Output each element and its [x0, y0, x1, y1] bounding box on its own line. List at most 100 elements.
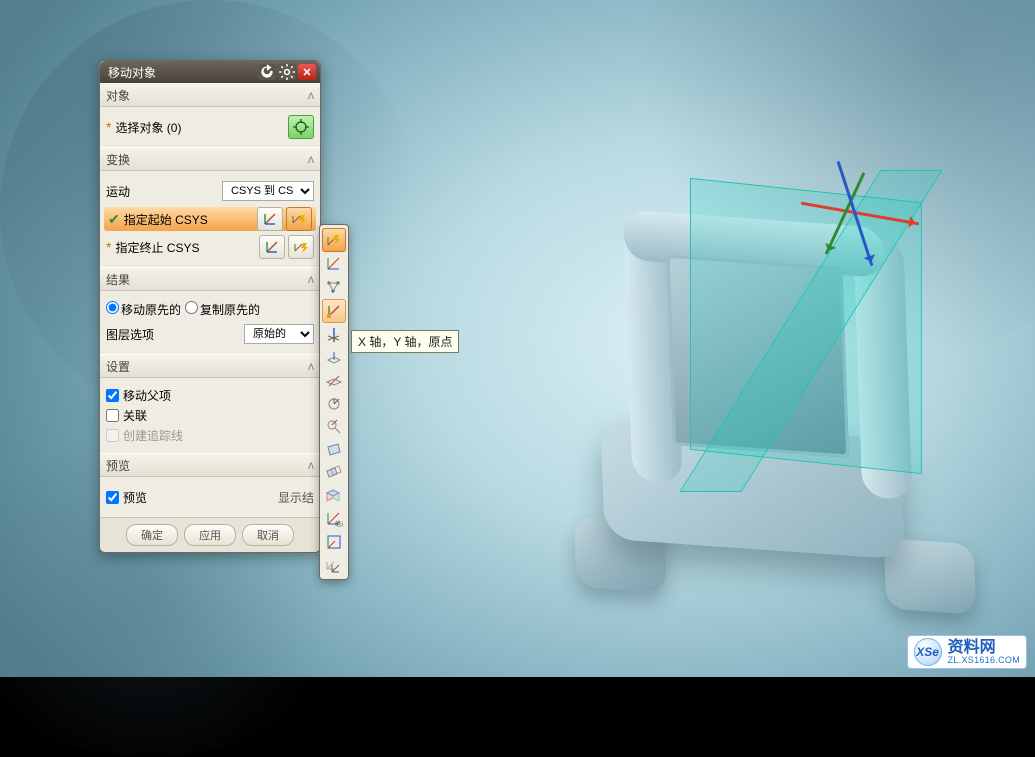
- section-settings-body: 移动父项 关联 创建追踪线: [100, 378, 320, 453]
- check-preview[interactable]: 预览: [106, 489, 278, 506]
- csys-dropdown-button[interactable]: [288, 235, 314, 259]
- csys-option-inferred[interactable]: [322, 228, 346, 252]
- label-text: 移动原先的: [121, 303, 181, 317]
- csys-type-dropdown[interactable]: 绝对: [319, 224, 349, 580]
- section-title: 设置: [106, 358, 130, 375]
- select-object-label: * 选择对象 (0): [106, 119, 285, 136]
- csys-option-z-axis[interactable]: [323, 324, 345, 346]
- csys-option-plane-x[interactable]: [323, 370, 345, 392]
- chevron-up-icon: ʌ: [308, 458, 314, 472]
- titlebar[interactable]: 移动对象 ✕: [100, 61, 320, 83]
- circle-search-icon: [325, 418, 343, 436]
- layer-option-label: 图层选项: [106, 326, 244, 343]
- label-text: 关联: [123, 407, 147, 424]
- label-text: 预览: [123, 489, 147, 506]
- label-text: 指定终止 CSYS: [115, 239, 199, 256]
- select-object-button[interactable]: [288, 115, 314, 139]
- dialog-title: 移动对象: [108, 64, 256, 81]
- checkbox-input: [106, 429, 119, 442]
- checkbox-input[interactable]: [106, 389, 119, 402]
- csys-flash-icon: [325, 231, 343, 249]
- check-associate[interactable]: 关联: [106, 407, 314, 424]
- csys-option-three-planes[interactable]: [323, 485, 345, 507]
- csys-option-x-y-origin[interactable]: [322, 299, 346, 323]
- section-title: 变换: [106, 151, 130, 168]
- section-objects-body: * 选择对象 (0): [100, 107, 320, 147]
- part-foot: [884, 538, 976, 615]
- check-move-parent[interactable]: 移动父项: [106, 387, 314, 404]
- dialog-footer: 确定 应用 取消: [100, 517, 320, 552]
- required-icon: *: [106, 120, 111, 134]
- show-result-label: 显示结: [278, 489, 314, 506]
- csys-option-current-view[interactable]: [323, 531, 345, 553]
- layer-option-select[interactable]: 原始的: [244, 324, 314, 344]
- label-text: 选择对象 (0): [115, 119, 181, 136]
- z-axis-icon: [325, 326, 343, 344]
- radio-copy-original[interactable]: 复制原先的: [185, 301, 260, 318]
- chevron-up-icon: ʌ: [308, 272, 314, 286]
- section-title: 结果: [106, 271, 130, 288]
- define-csys-button[interactable]: [259, 235, 285, 259]
- tooltip: X 轴，Y 轴，原点: [351, 330, 459, 353]
- reset-button[interactable]: [258, 64, 276, 80]
- csys-option-arc-center[interactable]: [323, 393, 345, 415]
- section-settings-header[interactable]: 设置 ʌ: [100, 354, 320, 378]
- close-icon: ✕: [302, 66, 311, 79]
- section-result-body: 移动原先的 复制原先的 图层选项 原始的: [100, 291, 320, 354]
- watermark: XSe 资料网 ZL.XS1616.COM: [907, 635, 1027, 669]
- ok-icon: ✔: [108, 212, 120, 226]
- section-title: 对象: [106, 87, 130, 104]
- move-object-dialog: 移动对象 ✕ 对象 ʌ * 选择对象 (0) 变换 ʌ: [99, 60, 321, 553]
- section-title: 预览: [106, 457, 130, 474]
- csys-option-two-lines[interactable]: [323, 439, 345, 461]
- watermark-badge-icon: XSe: [914, 638, 942, 666]
- check-trace: 创建追踪线: [106, 427, 314, 444]
- close-button[interactable]: ✕: [298, 64, 316, 80]
- plane-icon: [325, 441, 343, 459]
- csys-option-offset-csys[interactable]: [323, 554, 345, 576]
- cancel-button[interactable]: 取消: [242, 524, 294, 546]
- radio-input[interactable]: [185, 301, 198, 314]
- watermark-url: ZL.XS1616.COM: [948, 656, 1020, 665]
- csys-dropdown-button[interactable]: [286, 207, 312, 231]
- absolute-csys-icon: 绝对: [325, 510, 343, 528]
- gear-icon: [278, 63, 296, 81]
- define-csys-button[interactable]: [257, 207, 283, 231]
- motion-select[interactable]: CSYS 到 CSYS: [222, 181, 314, 201]
- checkbox-input[interactable]: [106, 409, 119, 422]
- label-text: 指定起始 CSYS: [124, 211, 208, 228]
- settings-button[interactable]: [278, 64, 296, 80]
- csys-option-origin-xy[interactable]: [323, 253, 345, 275]
- section-objects-header[interactable]: 对象 ʌ: [100, 83, 320, 107]
- apply-button[interactable]: 应用: [184, 524, 236, 546]
- csys-option-absolute[interactable]: 绝对: [323, 508, 345, 530]
- section-preview-body: 预览 显示结: [100, 477, 320, 517]
- csys-option-offset[interactable]: [323, 462, 345, 484]
- motion-label: 运动: [106, 183, 222, 200]
- chevron-up-icon: ʌ: [308, 359, 314, 373]
- checkbox-input[interactable]: [106, 491, 119, 504]
- section-preview-header[interactable]: 预览 ʌ: [100, 453, 320, 477]
- section-result-header[interactable]: 结果 ʌ: [100, 267, 320, 291]
- csys-flash-icon: [293, 239, 309, 255]
- chevron-up-icon: ʌ: [308, 88, 314, 102]
- target-icon: [293, 119, 309, 135]
- section-transform-header[interactable]: 变换 ʌ: [100, 147, 320, 171]
- radio-input[interactable]: [106, 301, 119, 314]
- csys-option-object[interactable]: [323, 416, 345, 438]
- csys-option-three-points[interactable]: [323, 276, 345, 298]
- offset-csys-icon: [325, 556, 343, 574]
- ok-button[interactable]: 确定: [126, 524, 178, 546]
- label-text: 复制原先的: [200, 303, 260, 317]
- label-text: 移动父项: [123, 387, 171, 404]
- csys-icon: [264, 239, 280, 255]
- reset-icon: [258, 63, 276, 81]
- csys-option-plane-vector[interactable]: [323, 347, 345, 369]
- radio-move-original[interactable]: 移动原先的: [106, 301, 181, 318]
- end-csys-label: * 指定终止 CSYS: [106, 239, 256, 256]
- csys-flash-icon: [291, 211, 307, 227]
- label-text: 创建追踪线: [123, 427, 183, 444]
- three-points-icon: [325, 278, 343, 296]
- offset-plane-icon: [325, 464, 343, 482]
- svg-text:绝对: 绝对: [335, 520, 343, 528]
